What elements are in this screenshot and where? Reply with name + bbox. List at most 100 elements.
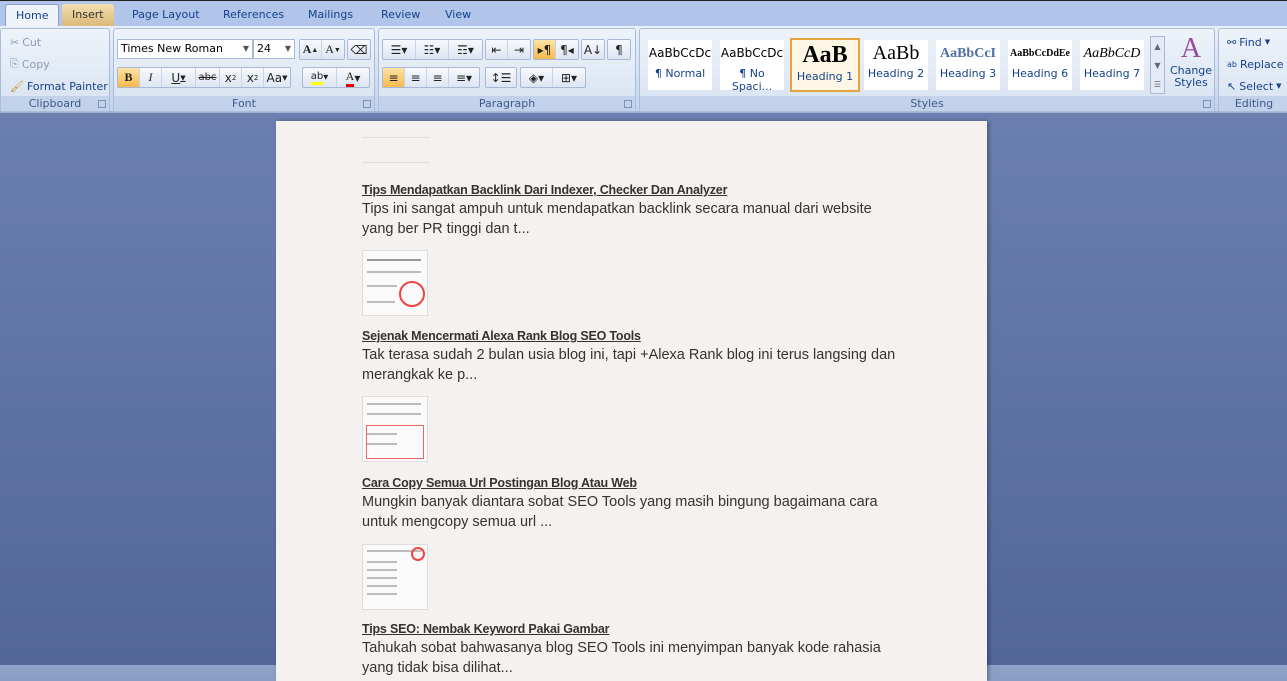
superscript-icon[interactable]: x2 — [242, 68, 264, 87]
multilevel-list-icon[interactable]: ☶▾ — [449, 40, 482, 59]
style-preview: AaB — [802, 42, 848, 68]
paragraph-dialog-launcher[interactable] — [624, 100, 632, 108]
tab-references[interactable]: References — [213, 4, 294, 27]
style-name: Heading 7 — [1083, 67, 1141, 80]
font-label: Font — [114, 96, 374, 111]
clipboard-label: Clipboard — [1, 96, 109, 111]
post-title-link[interactable]: Tips Mendapatkan Backlink Dari Indexer, … — [362, 183, 727, 197]
change-styles-button[interactable]: A Change Styles — [1169, 33, 1213, 95]
editing-group: ⚯ Find ▼ ab Replace ↖ Select ▼ Editing — [1218, 28, 1287, 112]
style-heading-6[interactable]: AaBbCcDdEe Heading 6 — [1008, 40, 1072, 90]
align-center-icon[interactable]: ≡ — [405, 68, 427, 87]
borders-icon[interactable]: ⊞▾ — [553, 68, 585, 87]
chevron-down-icon: ▼ — [242, 44, 249, 53]
paragraph-group: ☰▾ ☷▾ ☶▾ ⇤ ⇥ ▸¶ ¶◂ A↓ ¶ ≡ ≡ ≡ ≡▾ ↕☰ ◈▾ ⊞▾ P… — [378, 28, 636, 112]
style-preview: AaBbCcD — [1083, 46, 1141, 61]
ribbon: ✂ Cut ⎘ Copy 🖌 Format Painter Clipboard Tim… — [0, 26, 1287, 113]
shrink-font-icon[interactable]: A ▼ — [322, 40, 344, 59]
cut-button[interactable]: ✂ Cut — [10, 32, 41, 52]
style-normal[interactable]: AaBbCcDc ¶ Normal — [648, 40, 712, 90]
find-button[interactable]: ⚯ Find ▼ — [1227, 32, 1270, 52]
increase-indent-icon[interactable]: ⇥ — [508, 40, 530, 59]
scroll-up-icon[interactable]: ▲ — [1151, 37, 1164, 56]
copy-button[interactable]: ⎘ Copy — [10, 54, 50, 74]
grow-font-icon[interactable]: A ▲ — [300, 40, 322, 59]
change-styles-label: Change Styles — [1169, 64, 1213, 89]
post-title-link[interactable]: Cara Copy Semua Url Postingan Blog Atau … — [362, 476, 637, 490]
decrease-indent-icon[interactable]: ⇤ — [486, 40, 508, 59]
style-heading-3[interactable]: AaBbCcI Heading 3 — [936, 40, 1000, 90]
style-name: Heading 6 — [1011, 67, 1069, 80]
strikethrough-icon[interactable]: abc — [196, 68, 220, 87]
tab-home[interactable]: Home — [5, 4, 60, 27]
rtl-icon[interactable]: ¶◂ — [556, 40, 578, 59]
style-no-spacing[interactable]: AaBbCcDc ¶ No Spaci... — [720, 40, 784, 93]
tab-page-layout[interactable]: Page Layout — [122, 4, 210, 27]
post-thumbnail[interactable] — [362, 396, 428, 462]
ltr-icon[interactable]: ▸¶ — [534, 40, 556, 59]
style-preview: AaBbCcDdEe — [1009, 48, 1070, 59]
style-heading-7[interactable]: AaBbCcD Heading 7 — [1080, 40, 1144, 90]
style-name: Heading 2 — [867, 67, 925, 80]
post-title-link[interactable]: Sejenak Mencermati Alexa Rank Blog SEO T… — [362, 329, 641, 343]
indent-buttons: ⇤ ⇥ — [485, 39, 531, 60]
post-thumbnail[interactable] — [362, 250, 428, 316]
select-label: Select — [1239, 79, 1274, 93]
replace-button[interactable]: ab Replace — [1227, 54, 1284, 74]
sort-icon: A↓ — [583, 42, 603, 57]
style-heading-2[interactable]: AaBb Heading 2 — [864, 40, 928, 90]
tab-insert[interactable]: Insert — [62, 4, 114, 27]
line-spacing-button[interactable]: ↕☰ — [485, 67, 517, 88]
style-preview: AaBbCcI — [939, 46, 996, 61]
font-family-value: Times New Roman — [121, 42, 223, 55]
change-case-icon[interactable]: Aa ▼ — [264, 68, 290, 87]
more-styles-icon[interactable]: ☰ — [1151, 75, 1164, 94]
tab-view[interactable]: View — [435, 4, 481, 27]
show-marks-button[interactable]: ¶ — [607, 39, 631, 60]
styles-dialog-launcher[interactable] — [1203, 100, 1211, 108]
document-page[interactable]: Tips Mendapatkan Backlink Dari Indexer, … — [276, 121, 987, 681]
italic-icon[interactable]: I — [140, 68, 162, 87]
styles-scroll[interactable]: ▲ ▼ ☰ — [1150, 36, 1165, 94]
style-name: Heading 3 — [939, 67, 997, 80]
bold-icon[interactable]: B — [118, 68, 140, 87]
post-title-link[interactable]: Tips SEO: Nembak Keyword Pakai Gambar — [362, 622, 610, 636]
style-name: Heading 1 — [796, 70, 854, 83]
numbering-icon[interactable]: ☷▾ — [416, 40, 449, 59]
subscript-icon[interactable]: x2 — [220, 68, 242, 87]
style-preview: AaBbCcDc — [720, 46, 784, 60]
bullets-icon[interactable]: ☰▾ — [383, 40, 416, 59]
shading-icon[interactable]: ◈▾ — [521, 68, 553, 87]
tab-mailings[interactable]: Mailings — [298, 4, 363, 27]
style-heading-1[interactable]: AaB Heading 1 — [790, 38, 860, 92]
post-thumbnail[interactable] — [362, 544, 428, 610]
align-left-icon[interactable]: ≡ — [383, 68, 405, 87]
font-dialog-launcher[interactable] — [363, 100, 371, 108]
scroll-down-icon[interactable]: ▼ — [1151, 56, 1164, 75]
style-preview: AaBbCcDc — [648, 46, 712, 60]
font-size-select[interactable]: 24 ▼ — [253, 39, 295, 59]
clear-formatting-button[interactable]: ⌫ — [347, 39, 371, 60]
sort-button[interactable]: A↓ — [581, 39, 605, 60]
font-format-buttons: B I U ▼ abc x2 x2 Aa ▼ — [117, 67, 291, 88]
select-button[interactable]: ↖ Select ▼ — [1227, 76, 1282, 96]
styles-label: Styles — [640, 96, 1214, 111]
clipboard-dialog-launcher[interactable] — [98, 100, 106, 108]
font-color-icon[interactable]: A ▾ — [337, 68, 369, 87]
tab-review[interactable]: Review — [371, 4, 430, 27]
line-spacing-icon: ↕☰ — [490, 70, 512, 85]
underline-icon[interactable]: U ▼ — [162, 68, 196, 87]
font-size-buttons: A ▲ A ▼ — [299, 39, 345, 60]
align-right-icon[interactable]: ≡ — [427, 68, 449, 87]
font-family-select[interactable]: Times New Roman ▼ — [117, 39, 253, 59]
justify-icon[interactable]: ≡▾ — [449, 68, 479, 87]
font-group: Times New Roman ▼ 24 ▼ A ▲ A ▼ ⌫ B I U ▼ abc … — [113, 28, 375, 112]
change-styles-icon: A — [1180, 33, 1202, 64]
highlight-icon[interactable]: ab ▾ — [303, 68, 337, 87]
post-excerpt: Tips ini sangat ampuh untuk mendapatkan … — [362, 201, 872, 237]
color-buttons: ab ▾ A ▾ — [302, 67, 370, 88]
post-excerpt: Mungkin banyak diantara sobat SEO Tools … — [362, 494, 878, 530]
format-painter-button[interactable]: 🖌 Format Painter — [10, 76, 108, 96]
post-excerpt: Tahukah sobat bahwasanya blog SEO Tools … — [362, 640, 881, 676]
copy-icon: ⎘ — [10, 57, 19, 70]
